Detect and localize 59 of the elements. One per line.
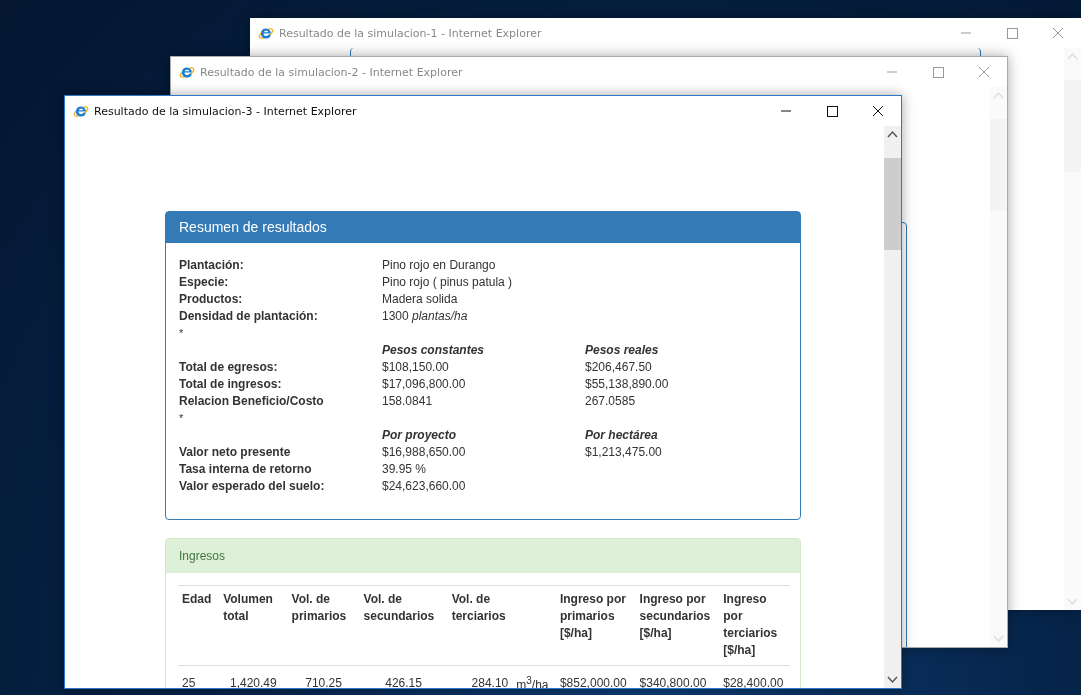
- note-mark: *: [179, 326, 185, 341]
- column-heading: Pesos constantes: [382, 342, 486, 359]
- scrollbar-thumb[interactable]: [884, 158, 901, 250]
- panel-header: Resumen de resultados: [166, 212, 800, 243]
- table-cell: $28,400.00: [723, 675, 784, 688]
- note-mark: *: [179, 411, 185, 426]
- window-title: Resultado de la simulacion-3 - Internet Explorer: [94, 104, 357, 118]
- table-cell: 1,420.49: [230, 675, 277, 688]
- column-heading: Edad: [182, 592, 212, 606]
- column-heading: Ingreso por primarios [$/ha]: [559, 592, 626, 640]
- field-label: Total de ingresos:: [179, 376, 283, 393]
- field-value: 1300 plantas/ha: [382, 308, 469, 325]
- column-heading: Volumen total: [223, 592, 273, 623]
- scrollbar[interactable]: [884, 126, 901, 688]
- field-value: $1,213,475.00: [585, 444, 663, 461]
- scrollbar[interactable]: [990, 87, 1007, 647]
- table-cell: 25: [182, 675, 196, 688]
- field-value: $16,988,650.00: [382, 444, 467, 461]
- field-value: Pino rojo en Durango: [382, 257, 497, 274]
- field-label: Plantación:: [179, 257, 245, 274]
- field-value: 267.0585: [585, 393, 637, 410]
- table-cell: 426.15: [385, 675, 422, 688]
- field-label: Productos:: [179, 291, 244, 308]
- column-heading: Ingreso por terciarios [$/ha]: [723, 592, 778, 657]
- field-label: Tasa interna de retorno: [179, 461, 313, 478]
- column-heading: Vol. de terciarios: [451, 592, 506, 623]
- panel-header: Ingresos: [166, 539, 800, 573]
- field-value: Pino rojo ( pinus patula ): [382, 274, 514, 291]
- column-heading: Ingreso por secundarios [$/ha]: [639, 592, 711, 640]
- browser-logo-icon: [179, 64, 195, 80]
- field-value: 39.95 %: [382, 461, 428, 478]
- browser-logo-icon: [258, 25, 274, 41]
- browser-logo-icon: [73, 103, 89, 119]
- field-value: $17,096,800.00: [382, 376, 467, 393]
- field-value: Madera solida: [382, 291, 459, 308]
- table-cell: 710.25: [305, 675, 342, 688]
- field-value: $24,623,660.00: [382, 478, 467, 495]
- field-value: $108,150.00: [382, 359, 450, 376]
- scrollbar[interactable]: [1064, 48, 1081, 610]
- field-label: Valor esperado del suelo:: [179, 478, 326, 495]
- column-heading: Vol. de secundarios: [363, 592, 435, 623]
- column-heading: Por proyecto: [382, 427, 457, 444]
- column-heading: Por hectárea: [585, 427, 659, 444]
- scrollbar-thumb[interactable]: [990, 119, 1007, 211]
- table-cell: $852,000.00: [559, 675, 627, 688]
- table-cell: 284.10: [471, 675, 509, 688]
- column-heading: Vol. de primarios: [291, 592, 347, 623]
- window-title: Resultado de la simulacion-1 - Internet Explorer: [279, 26, 542, 40]
- field-label: Densidad de plantación:: [179, 308, 319, 325]
- window-title: Resultado de la simulacion-2 - Internet Explorer: [200, 65, 463, 79]
- field-label: Valor neto presente: [179, 444, 292, 461]
- field-label: Total de egresos:: [179, 359, 279, 376]
- field-value: $206,467.50: [585, 359, 653, 376]
- field-value: $55,138,890.00: [585, 376, 670, 393]
- field-value: 158.0841: [382, 393, 434, 410]
- table-cell: $340,800.00: [639, 675, 707, 688]
- field-label: Relacion Beneficio/Costo: [179, 393, 325, 410]
- column-heading: Pesos reales: [585, 342, 660, 359]
- field-label: Especie:: [179, 274, 230, 291]
